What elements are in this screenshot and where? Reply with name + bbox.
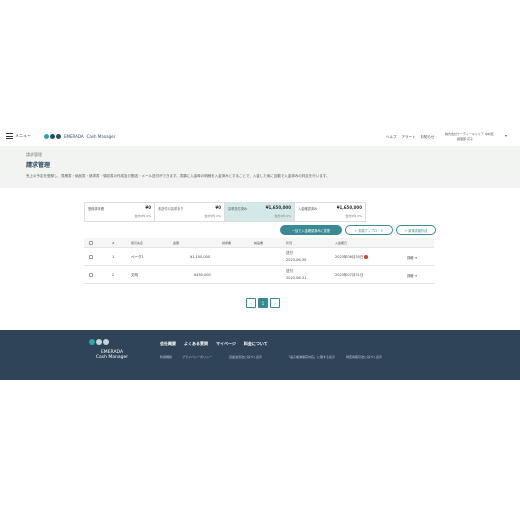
row-checkbox[interactable]	[89, 255, 93, 259]
tab-label: 登録済未確	[88, 207, 104, 211]
site-footer: EMERADA Cash Manager 会社概要 よくある質問 マイページ 料…	[0, 330, 520, 380]
logo-dots-icon	[44, 134, 61, 139]
table-row[interactable]: 1 ペーダ1 ¥1,100,000 送付 2023-06-30 2023年06月…	[84, 248, 434, 266]
tab-unconfirmed[interactable]: 登録済未確 ¥0 合計0件 0%	[85, 203, 155, 221]
warning-icon	[364, 255, 368, 259]
table-header: # 取引先名 金額 請求書 納品書 状況 入金期日	[84, 238, 434, 248]
action-bar: 一括で入金確認済みに変更 + 書類アップロード + 新規書類作成	[280, 225, 436, 235]
col-number: #	[112, 241, 115, 245]
tab-value: ¥0	[215, 205, 221, 210]
footer-link-settlement[interactable]: 資金決済法に基づく表示	[229, 355, 262, 359]
menu-label: メニュー	[15, 133, 31, 138]
footer-link-mypage[interactable]: マイページ	[216, 341, 236, 347]
client-name: 文明	[131, 273, 138, 277]
amount: ¥1,100,000	[190, 255, 211, 259]
footer-brand-sub: Cash Manager	[95, 355, 129, 360]
row-checkbox[interactable]	[89, 273, 93, 277]
account-menu[interactable]: 株式会社ケーディーキャリア 中村区 経理部 花子 ▾	[445, 132, 515, 141]
footer-link-privacy[interactable]: プライバシーポリシー	[182, 355, 212, 359]
status-tabs: 登録済未確 ¥0 合計0件 0% 未送付の請求あり ¥0 合計0件 0% 請求送…	[84, 202, 366, 222]
next-page-button[interactable]: ›	[270, 298, 280, 308]
col-amount: 金額	[173, 241, 180, 245]
due-date-text: 2023年06月30日	[335, 255, 364, 259]
header-links: ヘルプ アラート お知らせ	[386, 135, 434, 140]
menu-button[interactable]: メニュー	[6, 133, 31, 139]
footer-logo[interactable]	[89, 339, 109, 345]
tab-sub: 合計0件 0%	[345, 214, 362, 218]
upload-document-button[interactable]: + 書類アップロード	[345, 225, 393, 235]
footer-link-commerce[interactable]: 特定商取引法に基づく表示	[346, 355, 382, 359]
page-title: 請求管理	[26, 162, 51, 169]
amount: ¥450,000	[194, 273, 211, 277]
table-row[interactable]: 2 文明 ¥450,000 送付 2023-06-31 2023年07月31日 …	[84, 266, 434, 284]
breadcrumb[interactable]: 請求管理	[26, 152, 42, 158]
due-date-text: 2023年07月31日	[335, 273, 364, 277]
tab-value: ¥1,650,000	[265, 205, 291, 210]
page-title-section: 請求管理 請求管理 売上の予定を登録し、見積書・納品書・請求書・領収書の作成及び…	[0, 146, 520, 188]
row-number: 2	[112, 273, 115, 277]
status-date: 2023-06-31	[286, 276, 307, 280]
tab-unsent[interactable]: 未送付の請求あり ¥0 合計0件 0%	[155, 203, 225, 221]
brand-name: EMERADA	[64, 134, 84, 139]
tab-sub: 合計0件 0%	[204, 214, 221, 218]
pagination: ‹ 1 ›	[246, 298, 280, 308]
tab-label: 入金確認済み	[298, 207, 318, 211]
footer-link-faq[interactable]: よくある質問	[184, 341, 208, 347]
detail-button[interactable]: 詳細 ➜	[407, 255, 417, 260]
logo-dots-icon	[89, 339, 109, 345]
col-due: 入金期日	[335, 241, 348, 245]
footer-brand: EMERADA Cash Manager	[88, 350, 136, 360]
top-header: メニュー EMERADA Cash Manager ヘルプ アラート お知らせ …	[0, 130, 520, 146]
tab-label: 請求送付済み	[228, 207, 248, 211]
brand-logo[interactable]: EMERADA Cash Manager	[44, 134, 115, 139]
alert-link[interactable]: アラート	[402, 135, 416, 140]
col-status: 状況	[286, 241, 293, 245]
current-page-button[interactable]: 1	[258, 298, 268, 308]
due-date-overdue: 2023年06月30日	[335, 255, 368, 260]
page-description: 売上の予定を登録し、見積書・納品書・請求書・領収書の作成及び郵送・メール送付がで…	[26, 174, 330, 178]
footer-nav: 会社概要 よくある質問 マイページ 料金について	[160, 341, 268, 347]
help-link[interactable]: ヘルプ	[386, 135, 397, 140]
tab-value: ¥1,650,000	[336, 205, 362, 210]
col-invoice: 請求書	[222, 241, 232, 245]
status-date: 2023-06-30	[286, 258, 307, 262]
row-number: 1	[112, 255, 115, 259]
tab-sub: 合計2件 0%	[274, 214, 291, 218]
tab-paid[interactable]: 入金確認済み ¥1,650,000 合計0件 0%	[295, 203, 365, 221]
select-all-checkbox[interactable]	[89, 241, 93, 245]
bulk-mark-paid-button[interactable]: 一括で入金確認済みに変更	[280, 225, 342, 235]
hamburger-icon	[6, 133, 13, 139]
status-label: 送付	[286, 269, 293, 273]
status-label: 送付	[286, 251, 293, 255]
chevron-down-icon: ▾	[504, 133, 507, 138]
create-document-button[interactable]: + 新規書類作成	[396, 225, 436, 235]
footer-link-terms[interactable]: 利用規約	[160, 355, 172, 359]
tab-sub: 合計0件 0%	[134, 214, 151, 218]
footer-link-ebook[interactable]: 「電子帳簿保存対応」に関する表示	[287, 355, 335, 359]
tab-sent[interactable]: 請求送付済み ¥1,650,000 合計2件 0%	[225, 203, 295, 221]
col-delivery: 納品書	[254, 241, 264, 245]
invoice-table: # 取引先名 金額 請求書 納品書 状況 入金期日 1 ペーダ1 ¥1,100,…	[84, 238, 434, 284]
client-name: ペーダ1	[131, 255, 144, 259]
col-client: 取引先名	[131, 241, 144, 245]
detail-button[interactable]: 詳細 ➜	[407, 273, 417, 278]
footer-link-pricing[interactable]: 料金について	[244, 341, 268, 347]
footer-link-company[interactable]: 会社概要	[160, 341, 176, 347]
prev-page-button[interactable]: ‹	[246, 298, 256, 308]
tab-label: 未送付の請求あり	[158, 207, 184, 211]
tab-value: ¥0	[145, 205, 151, 210]
brand-sub: Cash Manager	[86, 134, 116, 139]
notice-link[interactable]: お知らせ	[421, 135, 435, 140]
